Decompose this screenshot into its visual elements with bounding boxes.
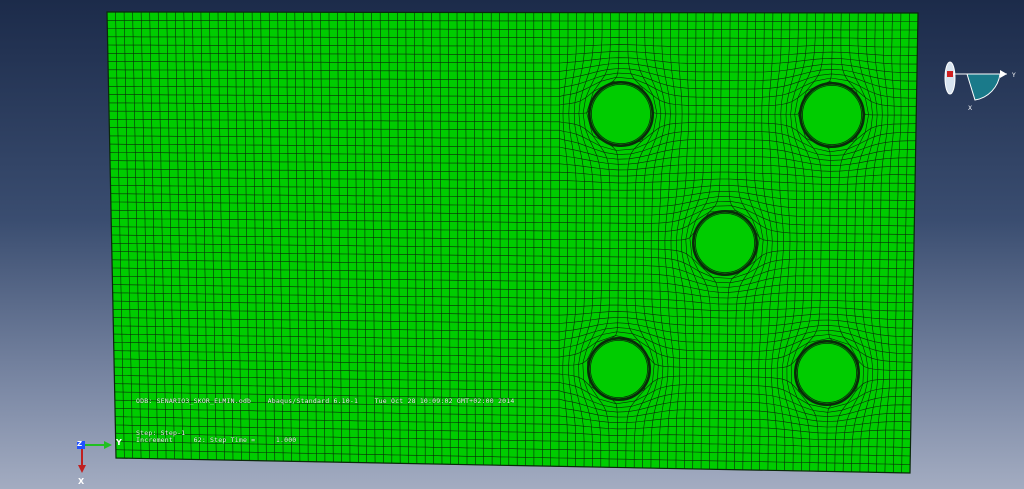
increment-info-line: Increment 62: Step Time = 1.000 bbox=[136, 436, 297, 444]
y-arrow-icon bbox=[1000, 70, 1007, 78]
rotation-ring[interactable] bbox=[944, 61, 956, 95]
triad-y-label: Y bbox=[116, 438, 122, 447]
view-cube-y-label: Y bbox=[1011, 72, 1016, 79]
triad-z-label: Z bbox=[77, 440, 83, 448]
y-arrowhead-icon bbox=[104, 441, 112, 449]
odb-info-line: ODB: SENARIO3_SKOR_ELMIN.odb Abaqus/Stan… bbox=[136, 397, 515, 405]
triad-x-label: X bbox=[78, 477, 85, 486]
rotation-handle-icon[interactable] bbox=[947, 71, 953, 77]
view-cube-x-label: X bbox=[968, 105, 972, 112]
quarter-disc-icon bbox=[966, 73, 1001, 101]
model-viewport[interactable]: Y X bbox=[0, 0, 1024, 489]
view-orientation-widget[interactable] bbox=[944, 61, 1007, 101]
x-arrowhead-icon bbox=[78, 465, 86, 473]
global-axis-triad bbox=[77, 441, 112, 473]
